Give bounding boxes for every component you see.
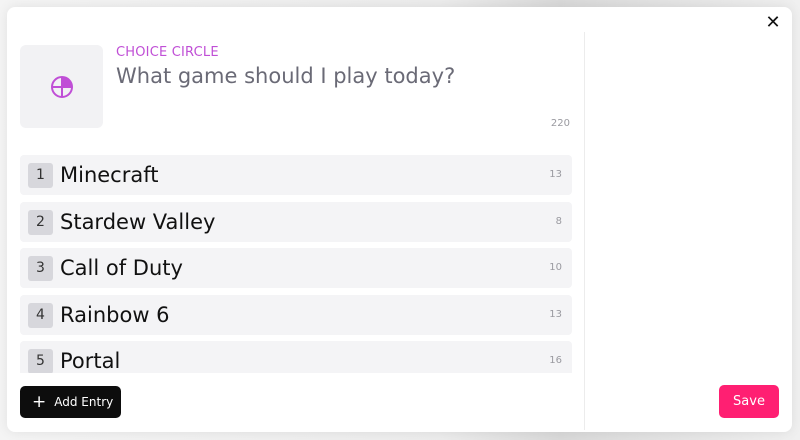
question-title-input[interactable]: What game should I play today? bbox=[116, 64, 455, 88]
preview-divider bbox=[584, 32, 585, 430]
entry-char-count: 8 bbox=[555, 216, 562, 227]
entry-name-input[interactable]: Call of Duty bbox=[60, 255, 183, 281]
widget-type-label: CHOICE CIRCLE bbox=[116, 45, 219, 60]
plus-icon: + bbox=[32, 391, 47, 412]
save-button[interactable]: Save bbox=[719, 385, 779, 418]
close-button[interactable]: ✕ bbox=[763, 13, 783, 33]
pie-chart-icon bbox=[50, 75, 73, 98]
entry-char-count: 13 bbox=[549, 169, 562, 180]
entry-char-count: 10 bbox=[549, 262, 562, 273]
entry-row[interactable]: 5 Portal 16 bbox=[20, 341, 572, 373]
entry-name-input[interactable]: Rainbow 6 bbox=[60, 302, 170, 328]
entry-row[interactable]: 2 Stardew Valley 8 bbox=[20, 202, 572, 242]
close-icon: ✕ bbox=[765, 12, 781, 33]
entry-index-badge: 5 bbox=[28, 349, 53, 373]
entry-row[interactable]: 4 Rainbow 6 13 bbox=[20, 295, 572, 335]
entry-index-badge: 1 bbox=[28, 163, 53, 188]
entry-index-badge: 2 bbox=[28, 210, 53, 235]
thumbnail[interactable] bbox=[20, 45, 103, 128]
entry-index-badge: 4 bbox=[28, 303, 53, 328]
entry-index-badge: 3 bbox=[28, 256, 53, 281]
entry-char-count: 16 bbox=[549, 355, 562, 366]
entry-char-count: 13 bbox=[549, 309, 562, 320]
title-char-count: 220 bbox=[550, 118, 570, 129]
entry-name-input[interactable]: Stardew Valley bbox=[60, 209, 215, 235]
entry-row[interactable]: 3 Call of Duty 10 bbox=[20, 248, 572, 288]
entry-name-input[interactable]: Minecraft bbox=[60, 162, 159, 188]
entries-list[interactable]: 1 Minecraft 13 2 Stardew Valley 8 3 Call… bbox=[20, 155, 572, 373]
entry-name-input[interactable]: Portal bbox=[60, 348, 120, 373]
add-entry-label: Add Entry bbox=[54, 395, 114, 409]
add-entry-button[interactable]: + Add Entry bbox=[20, 386, 121, 418]
entry-row[interactable]: 1 Minecraft 13 bbox=[20, 155, 572, 195]
